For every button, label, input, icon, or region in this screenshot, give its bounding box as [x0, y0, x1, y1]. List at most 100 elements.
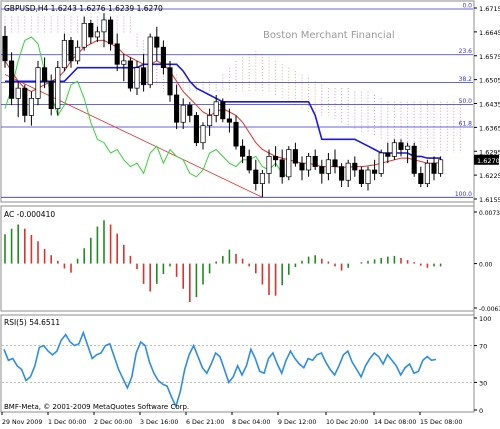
candle-body: [306, 156, 312, 171]
candle-body: [240, 145, 246, 157]
candle-body: [332, 159, 338, 167]
candle-body: [213, 101, 219, 116]
time-tick-label: 10 Dec 20:00: [326, 419, 368, 426]
price-tick-label: 1.6645: [479, 29, 500, 37]
time-tick-label: 29 Nov 2009: [2, 419, 42, 426]
time-tick-label: 14 Dec 08:00: [374, 419, 416, 426]
candle-body: [253, 169, 259, 185]
price-tick-label: 1.6225: [479, 172, 500, 180]
rsi-line: 100 70 30 0: [2, 315, 491, 415]
price-tick-label: 1.6575: [479, 53, 500, 61]
candle-body: [2, 35, 8, 62]
candle-body: [200, 125, 206, 144]
price-tick-label: 1.6435: [479, 101, 500, 109]
candle-body: [273, 156, 279, 161]
price-tick-label: 1.6715: [479, 5, 500, 13]
price-axis: 1.6715 1.6645 1.6575 1.6505 1.6435 1.6365 1.62…: [474, 5, 500, 204]
candle-body: [418, 173, 424, 185]
candle-body: [141, 67, 147, 86]
fib-level-label: 0.0: [462, 3, 472, 10]
candle-body: [94, 31, 100, 38]
candle-body: [108, 19, 114, 45]
price-tick-label: 1.6155: [479, 196, 500, 204]
candle-body: [160, 46, 166, 69]
candle-body: [398, 142, 404, 150]
time-tick-label: 6 Dec 21:00: [186, 419, 224, 426]
candle-body: [226, 118, 232, 123]
candle-body: [220, 101, 226, 120]
candle-body: [299, 162, 305, 171]
candle-body: [187, 104, 193, 116]
candle-body: [88, 22, 94, 38]
price-tick-label: 1.6505: [479, 77, 500, 85]
candle-body: [147, 36, 153, 86]
time-tick-label: 3 Dec 16:00: [140, 419, 178, 426]
chikou-span-line: [4, 36, 290, 178]
fibonacci-levels: 0.0 23.6 38.2 50.0 61.8 100.0: [1, 3, 473, 198]
ac-histogram: 0.007390 0.00 -0.006360: [4, 210, 500, 313]
rsi-panel-frame: [0, 314, 475, 413]
candle-body: [372, 169, 378, 174]
rsi-panel-title: RSI(5) 54.6511: [4, 318, 60, 327]
candle-body: [61, 40, 67, 69]
candle-body: [121, 60, 127, 65]
candle-body: [319, 166, 325, 174]
candle-body: [180, 104, 186, 123]
candle-body: [352, 162, 358, 171]
candle-body: [28, 98, 34, 116]
fib-level-label: 100.0: [455, 191, 472, 198]
candle-body: [325, 159, 331, 174]
candle-body: [246, 156, 252, 171]
main-chart-title: GBPUSD,H4 1.6243 1.6276 1.6239 1.6270: [4, 4, 163, 13]
candle-body: [424, 162, 430, 185]
fib-level-label: 61.8: [459, 121, 473, 128]
time-tick-label: 15 Dec 08:00: [420, 419, 462, 426]
candle-body: [266, 156, 272, 174]
price-tick-label: 1.6365: [479, 124, 500, 132]
candle-body: [101, 19, 107, 33]
ac-tick-label: 0.007390: [479, 210, 500, 217]
fib-level-label: 23.6: [459, 48, 473, 55]
candle-body: [207, 115, 213, 127]
trend-line: [4, 74, 263, 198]
candle-body: [22, 87, 28, 116]
candle-body: [378, 152, 384, 174]
candle-body: [345, 162, 351, 181]
ac-panel-frame: [0, 205, 475, 312]
fib-level-label: 50.0: [459, 98, 473, 105]
candle-body: [365, 169, 371, 185]
candle-body: [9, 60, 15, 99]
candle-body: [259, 173, 265, 185]
candle-body: [391, 142, 397, 157]
candle-body: [114, 43, 120, 65]
rsi-tick-label: 30: [479, 379, 487, 387]
candle-body: [75, 46, 81, 62]
candle-body: [193, 115, 199, 144]
chart-window: 0.0 23.6 38.2 50.0 61.8 100.0 1.6715 1.6645 1.6…: [0, 0, 500, 429]
watermark-text: Boston Merchant Financial: [263, 30, 395, 41]
fib-level-label: 38.2: [459, 76, 473, 83]
candle-body: [154, 36, 160, 48]
last-price-label: 1.6270: [477, 157, 500, 165]
candle-body: [438, 159, 444, 174]
candle-body: [48, 80, 54, 109]
rsi-series-line: [3, 330, 437, 409]
candle-body: [312, 156, 318, 167]
candle-body: [358, 169, 364, 185]
candle-body: [233, 121, 239, 147]
candle-body: [292, 149, 298, 164]
candle-body: [134, 67, 140, 89]
time-tick-label: 2 Dec 00:00: [94, 419, 132, 426]
candle-body: [167, 67, 173, 96]
candle-body: [431, 162, 437, 174]
candle-body: [81, 22, 87, 48]
chart-canvas: 0.023.638.250.061.8100.0 1.67151.66451.6…: [0, 0, 500, 426]
candle-body: [286, 149, 292, 178]
candle-body: [339, 166, 345, 181]
candle-body: [127, 60, 133, 89]
copyright-text: BMF-Meta, © 2001-2009 MetaQuotes Softwar…: [4, 403, 189, 411]
time-tick-label: 9 Dec 12:00: [278, 419, 316, 426]
candle-body: [411, 145, 417, 174]
candle-body: [405, 145, 411, 150]
rsi-tick-label: 70: [479, 343, 487, 351]
